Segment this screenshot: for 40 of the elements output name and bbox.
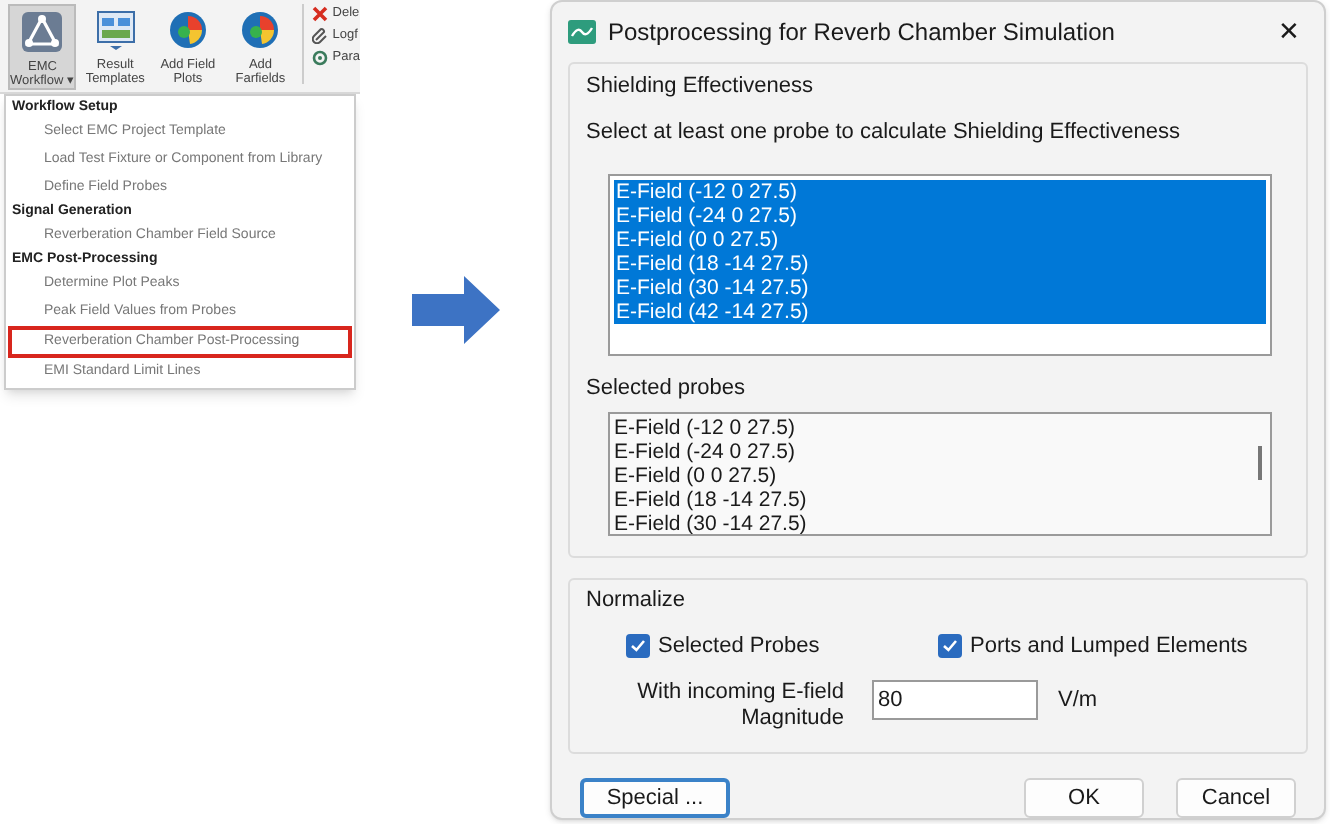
group-title: Normalize [586, 586, 688, 616]
magnitude-label: With incoming E-field Magnitude [635, 680, 844, 732]
checkbox-option[interactable]: Selected Probes [626, 629, 938, 662]
probe-list-item: E-Field (18 -14 27.5) [614, 488, 809, 512]
magnitude-field[interactable]: 80 [872, 680, 1038, 720]
dialog-button[interactable]: Special ... [580, 778, 730, 818]
list-label: Selected probes [586, 373, 747, 403]
field-globe-icon [238, 8, 283, 52]
field-globe-icon [165, 8, 210, 52]
paperclip-icon [312, 28, 329, 44]
probe-list-item[interactable]: E-Field (30 -14 27.5) [614, 275, 1266, 299]
scrollbar-thumb[interactable] [1258, 446, 1262, 480]
group-title: Shielding Effectiveness [586, 71, 816, 101]
close-button[interactable]: ✕ [1270, 12, 1308, 51]
window-title: Postprocessing for Reverb Chamber Simulation [608, 15, 1117, 50]
parameter-icon [312, 50, 329, 66]
unit-label: V/m [1058, 686, 1098, 716]
checkmark-icon [630, 637, 646, 654]
probe-list-item[interactable]: E-Field (18 -14 27.5) [614, 251, 1266, 275]
app-logo-icon [568, 19, 596, 44]
checkmark-icon [942, 637, 958, 654]
probe-list-item[interactable]: E-Field (0 0 27.5) [614, 227, 1266, 251]
template-window-icon [93, 8, 138, 52]
right-arrow-icon [411, 276, 499, 344]
close-icon [312, 6, 329, 22]
checkbox[interactable] [938, 633, 962, 658]
probe-list-item: E-Field (-12 0 27.5) [614, 416, 797, 440]
probe-list-item[interactable]: E-Field (-12 0 27.5) [614, 179, 1266, 203]
dialog-button[interactable]: OK [1024, 778, 1144, 818]
probe-list-item: E-Field (30 -14 27.5) [614, 512, 809, 534]
probe-list-item[interactable]: E-Field (-24 0 27.5) [614, 203, 1266, 227]
triangle-network-icon [20, 10, 65, 54]
probe-list-item[interactable]: E-Field (42 -14 27.5) [614, 299, 1266, 323]
probe-list[interactable]: E-Field (-12 0 27.5) E-Field (-24 0 27.5) E-Field (0 0 27.5) E-Field (18 -14 27.5) E-Field (30 -14 27.5) E-Field (42 -14 27.5) [608, 173, 1272, 355]
dialog-button[interactable]: Cancel [1176, 778, 1296, 818]
probe-list-item: E-Field (0 0 27.5) [614, 464, 779, 488]
checkbox-option[interactable]: Ports and Lumped Elements [938, 629, 1248, 662]
checkbox[interactable] [626, 633, 650, 658]
instruction-text: Select at least one probe to calculate Shielding Effectiveness [586, 118, 1182, 148]
probe-list-item: E-Field (-24 0 27.5) [614, 440, 797, 464]
